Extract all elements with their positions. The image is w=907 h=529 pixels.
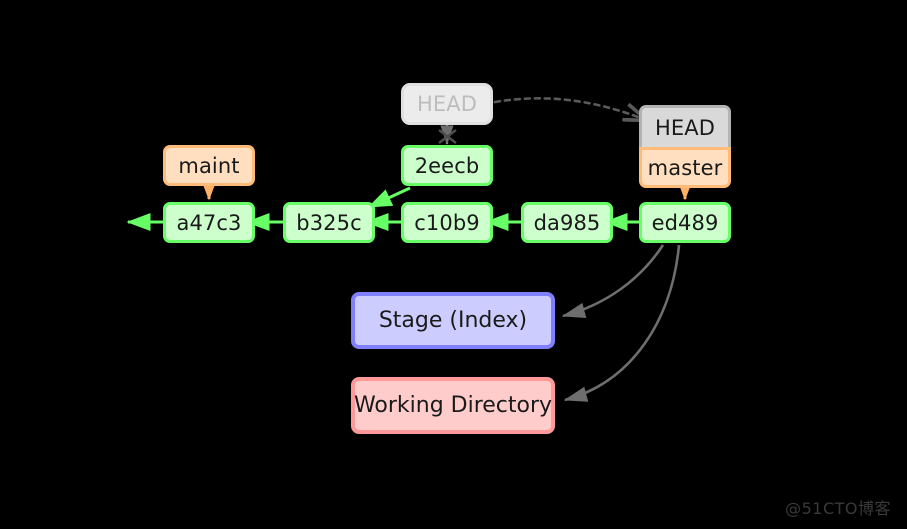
commit-node-ed489[interactable]: ed489 (639, 202, 731, 243)
head-previous-box[interactable]: HEAD (401, 83, 493, 125)
commit-node-b325c[interactable]: b325c (283, 202, 375, 243)
diagram-edges (126, 97, 695, 402)
working-directory-label: Working Directory (353, 393, 553, 418)
git-diagram-canvas: HEAD HEAD master maint 2eecb a47c3 b325c… (0, 0, 907, 529)
stage-index-box[interactable]: Stage (Index) (351, 292, 555, 349)
stage-index-label: Stage (Index) (378, 308, 528, 333)
branch-master-box[interactable]: master (639, 147, 731, 188)
commit-label-c10b9: c10b9 (414, 210, 480, 235)
branch-maint-label: maint (178, 153, 240, 178)
head-box[interactable]: HEAD (639, 105, 731, 147)
head-previous-label: HEAD (417, 92, 477, 116)
head-label: HEAD (655, 115, 715, 140)
edge-head-old-2eecb-crossed (438, 125, 457, 146)
working-directory-box[interactable]: Working Directory (351, 377, 555, 434)
branch-maint-box[interactable]: maint (163, 145, 255, 186)
edge-ed489-stage (561, 244, 665, 318)
commit-label-2eecb: 2eecb (414, 153, 480, 178)
edge-ed489-working (563, 244, 681, 402)
commit-label-da985: da985 (533, 210, 601, 235)
watermark: @51CTO博客 (785, 499, 891, 518)
commit-label-a47c3: a47c3 (176, 210, 242, 235)
commit-node-c10b9[interactable]: c10b9 (401, 202, 493, 243)
edge-head-moved (493, 97, 646, 120)
commit-label-b325c: b325c (296, 210, 362, 235)
branch-master-label: master (647, 155, 723, 180)
commit-label-ed489: ed489 (651, 210, 719, 235)
commit-node-a47c3[interactable]: a47c3 (163, 202, 255, 243)
commit-node-da985[interactable]: da985 (521, 202, 613, 243)
commit-node-2eecb[interactable]: 2eecb (401, 145, 493, 186)
